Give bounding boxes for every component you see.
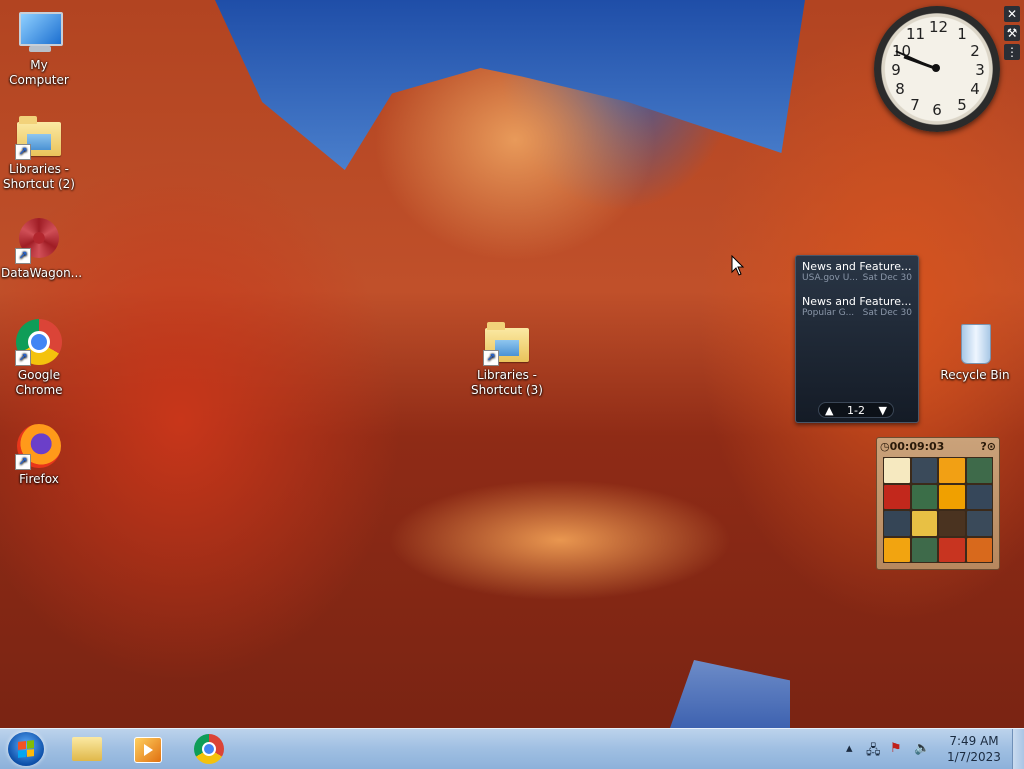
puzzle-tile[interactable] (966, 537, 992, 562)
clock-number: 6 (932, 101, 942, 119)
clock-number: 1 (957, 25, 967, 43)
feed-item-source: Popular G... (802, 308, 855, 318)
shortcut-arrow-icon: ↗ (15, 454, 31, 470)
shortcut-arrow-icon: ↗ (15, 350, 31, 366)
feed-item-source: USA.gov U... (802, 273, 858, 283)
desktop-icon-libraries-2[interactable]: ↗ Libraries - Shortcut (2) (1, 112, 77, 192)
feed-page-indicator: 1-2 (847, 403, 865, 417)
clock-number: 2 (970, 42, 980, 60)
taskbar-explorer-button[interactable] (58, 732, 116, 766)
clock-number: 3 (975, 61, 985, 79)
down-arrow-icon[interactable]: ▼ (879, 404, 887, 417)
start-button[interactable] (8, 732, 44, 766)
feed-item-title: News and Feature... (802, 260, 912, 273)
picture-puzzle-gadget[interactable]: ◷ 00:09:03 ? ⊙ (876, 437, 1000, 570)
puzzle-tile[interactable] (884, 511, 910, 536)
clock-number: 8 (895, 80, 905, 98)
puzzle-tile[interactable] (939, 458, 965, 483)
puzzle-timer: 00:09:03 (889, 439, 945, 453)
feed-pager: ▲ 1-2 ▼ (818, 402, 894, 418)
desktop-icon-label: Libraries - Shortcut (3) (471, 368, 543, 397)
feed-item-date: Sat Dec 30 (862, 273, 912, 283)
desktop-icon-label: My Computer (9, 58, 69, 87)
desktop-icon-firefox[interactable]: ↗ Firefox (1, 422, 77, 487)
desktop-icon-recycle-bin[interactable]: Recycle Bin (937, 318, 1013, 383)
folder-icon: ↗ (483, 318, 531, 366)
desktop-icon-label: Libraries - Shortcut (2) (3, 162, 75, 191)
action-center-flag-icon[interactable]: ⚑ (890, 741, 902, 756)
network-icon[interactable]: 🖧 (866, 741, 881, 763)
close-icon[interactable]: ✕ (1004, 6, 1020, 22)
puzzle-grid (883, 457, 993, 563)
shortcut-arrow-icon: ↗ (15, 248, 31, 264)
computer-icon (15, 8, 63, 56)
puzzle-tile[interactable] (966, 458, 992, 483)
up-arrow-icon[interactable]: ▲ (825, 404, 833, 417)
shortcut-arrow-icon: ↗ (15, 144, 31, 160)
feed-item[interactable]: News and Feature... Popular G... Sat Dec … (796, 291, 918, 326)
drag-handle-icon[interactable]: ⋮ (1004, 44, 1020, 60)
clock-number: 5 (957, 96, 967, 114)
clock-number: 12 (929, 18, 949, 36)
desktop-icon-label: DataWagon... (1, 266, 83, 280)
desktop-icon-label: Firefox (19, 472, 59, 486)
puzzle-tile[interactable] (884, 458, 910, 483)
show-desktop-button[interactable] (1012, 729, 1024, 769)
clock-small-icon[interactable]: ◷ (880, 440, 890, 453)
puzzle-header: ◷ 00:09:03 ? ⊙ (877, 438, 999, 454)
clock-center (932, 64, 940, 72)
shortcut-arrow-icon: ↗ (483, 350, 499, 366)
puzzle-tile[interactable] (966, 511, 992, 536)
puzzle-tile[interactable] (884, 484, 910, 509)
desktop-icon-my-computer[interactable]: My Computer (1, 8, 77, 88)
feed-item[interactable]: News and Feature... USA.gov U... Sat Dec … (796, 256, 918, 291)
taskbar: ▴ 🖧 ⚑ 🔈 7:49 AM 1/7/2023 (0, 728, 1024, 769)
mouse-pointer-icon (731, 255, 745, 276)
taskbar-media-player-button[interactable] (118, 732, 176, 766)
firefox-icon: ↗ (15, 422, 63, 470)
media-player-icon (134, 737, 162, 763)
datawagon-icon: ↗ (15, 216, 63, 264)
clock-number: 7 (910, 96, 920, 114)
desktop-icon-datawagon[interactable]: ↗ DataWagon... (1, 216, 83, 281)
desktop-icon-google-chrome[interactable]: ↗ Google Chrome (1, 318, 77, 398)
puzzle-tile[interactable] (966, 484, 992, 509)
windows-flag-icon (18, 740, 34, 758)
puzzle-tile[interactable] (884, 537, 910, 562)
puzzle-tile[interactable] (911, 458, 937, 483)
puzzle-tile[interactable] (939, 511, 965, 536)
desktop-icon-label: Recycle Bin (940, 368, 1010, 382)
folder-icon: ↗ (15, 112, 63, 160)
feed-item-title: News and Feature... (802, 295, 912, 308)
picture-icon[interactable]: ⊙ (987, 440, 996, 453)
feed-headlines-gadget[interactable]: News and Feature... USA.gov U... Sat Dec … (795, 255, 919, 423)
puzzle-tile[interactable] (939, 484, 965, 509)
volume-icon[interactable]: 🔈 (914, 741, 930, 756)
desktop-icon-label: Google Chrome (15, 368, 63, 397)
clock-number: 11 (906, 25, 926, 43)
chrome-icon: ↗ (15, 318, 63, 366)
puzzle-tile[interactable] (911, 537, 937, 562)
clock-number: 9 (891, 61, 901, 79)
puzzle-tile[interactable] (939, 537, 965, 562)
gadget-controls: ✕ ⚒ ⋮ (1004, 6, 1022, 63)
taskbar-chrome-button[interactable] (180, 732, 238, 766)
taskbar-time: 7:49 AM (949, 734, 999, 748)
recycle-bin-icon (951, 318, 999, 366)
wallpaper-sky-reflection (670, 660, 790, 728)
explorer-icon (72, 737, 102, 761)
show-hidden-icons-chevron-icon[interactable]: ▴ (846, 741, 853, 756)
wrench-icon[interactable]: ⚒ (1004, 25, 1020, 41)
feed-item-date: Sat Dec 30 (862, 308, 912, 318)
wallpaper-sky (215, 0, 805, 170)
taskbar-date: 1/7/2023 (947, 750, 1001, 764)
chrome-icon (194, 734, 224, 764)
desktop-icon-libraries-3[interactable]: ↗ Libraries - Shortcut (3) (469, 318, 545, 398)
clock-gadget[interactable]: 12 1 2 3 4 5 6 7 8 9 10 11 (874, 6, 1000, 132)
puzzle-tile[interactable] (911, 484, 937, 509)
puzzle-tile[interactable] (911, 511, 937, 536)
taskbar-clock[interactable]: 7:49 AM 1/7/2023 (940, 733, 1008, 765)
